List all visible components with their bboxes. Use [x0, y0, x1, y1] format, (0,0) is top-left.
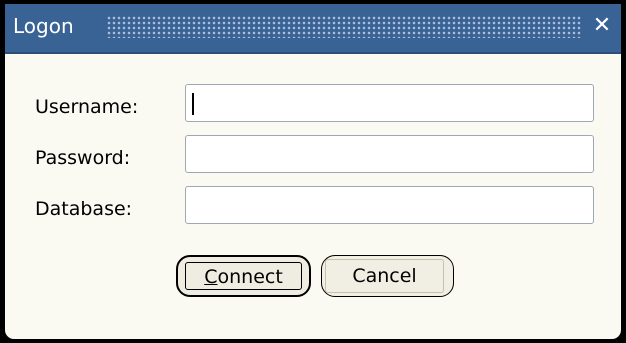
database-input[interactable]: [186, 187, 593, 223]
connect-button-label: Connect: [204, 266, 283, 288]
password-field-box: [185, 135, 594, 173]
connect-mnemonic: C: [204, 266, 218, 288]
database-field-box: [185, 186, 594, 224]
window-title: Logon: [13, 14, 74, 38]
username-input[interactable]: [186, 85, 593, 121]
title-bar[interactable]: Logon ✕: [5, 4, 621, 54]
connect-label-rest: onnect: [217, 266, 283, 288]
connect-button[interactable]: Connect: [176, 255, 311, 297]
text-caret: [192, 93, 194, 115]
cancel-button-label: Cancel: [352, 265, 417, 287]
close-icon[interactable]: ✕: [591, 13, 613, 39]
logon-dialog: Logon ✕ Username: Password: Database: Co…: [4, 3, 622, 340]
username-field-box: [185, 84, 594, 122]
password-label: Password:: [35, 147, 131, 169]
database-label: Database:: [35, 198, 133, 220]
title-bar-drag-pattern: [107, 16, 581, 38]
cancel-button[interactable]: Cancel: [321, 255, 454, 297]
username-label: Username:: [35, 96, 139, 118]
logon-window: Logon ✕ Username: Password: Database: Co…: [0, 0, 626, 343]
password-input[interactable]: [186, 136, 593, 172]
